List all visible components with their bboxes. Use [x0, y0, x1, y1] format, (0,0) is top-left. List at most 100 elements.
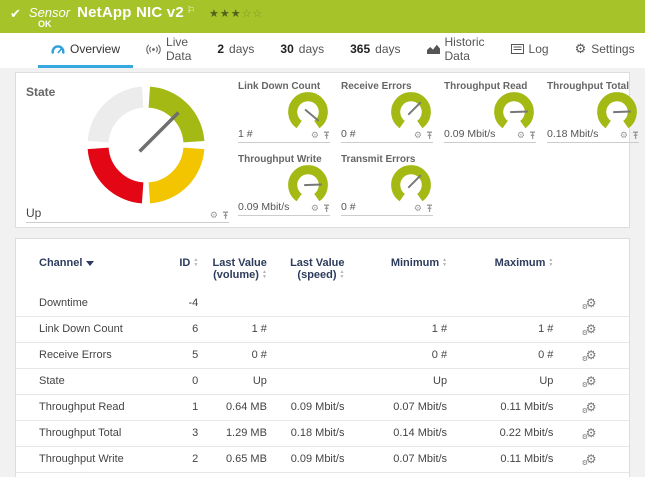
channel-row: Throughput Total 3 1.29 MB 0.18 Mbit/s 0…: [16, 421, 629, 447]
column-header-minimum[interactable]: Minimum▲▼: [345, 249, 448, 291]
channel-name-cell[interactable]: Throughput Total: [16, 421, 155, 447]
last-value-speed-cell: [267, 343, 345, 369]
maximum-cell: Up: [447, 369, 553, 395]
tab-30-days[interactable]: 30 days: [267, 33, 337, 68]
column-header-last-value-speed[interactable]: Last Value (speed)▲▼: [267, 249, 345, 291]
channel-name-cell[interactable]: Link Down Count: [16, 317, 155, 343]
state-gauge-label: State: [26, 85, 55, 99]
sort-arrows-icon: ▲▼: [442, 258, 447, 268]
sort-caret-icon: [86, 261, 94, 266]
channel-name-cell[interactable]: Throughput Write: [16, 447, 155, 473]
maximum-cell: 1 #: [447, 317, 553, 343]
tab-overview[interactable]: Overview: [38, 33, 133, 68]
channel-settings-gears-icon[interactable]: ⚙⚙: [586, 374, 597, 388]
last-value-volume-cell: 0.65 MB: [198, 447, 267, 473]
sensor-title: NetApp NIC v2: [77, 4, 184, 21]
sort-arrows-icon: ▲▼: [340, 270, 345, 280]
flag-icon[interactable]: ⚐: [187, 5, 195, 16]
channel-id-cell: -4: [155, 291, 199, 317]
channel-gauge-value: 0.09 Mbit/s: [444, 128, 495, 140]
maximum-cell: 0.22 Mbit/s: [447, 421, 553, 447]
gauges-panel: State Up ⚙ Link Down Count 1 #: [15, 72, 630, 228]
channel-row: Throughput Write 2 0.65 MB 0.09 Mbit/s 0…: [16, 447, 629, 473]
maximum-cell: 0 #: [447, 473, 553, 477]
column-header-last-value-volume[interactable]: Last Value (volume)▲▼: [198, 249, 267, 291]
channel-settings-gears-icon[interactable]: ⚙⚙: [586, 452, 597, 466]
status-text: OK: [38, 19, 52, 29]
gauge-pin-icon[interactable]: [529, 131, 536, 140]
channel-name-cell[interactable]: Downtime: [16, 291, 155, 317]
tab-2-days[interactable]: 2 days: [204, 33, 267, 68]
maximum-cell: 0.11 Mbit/s: [447, 395, 553, 421]
sort-arrows-icon: ▲▼: [193, 258, 198, 268]
gauge-settings-gear-icon[interactable]: ⚙: [311, 204, 319, 213]
maximum-cell: 0.11 Mbit/s: [447, 447, 553, 473]
minimum-cell: 0 #: [345, 473, 448, 477]
channel-settings-gears-icon[interactable]: ⚙⚙: [586, 296, 597, 310]
channels-table: Channel ID▲▼ Last Value (volume)▲▼ Last …: [16, 249, 629, 477]
channel-settings-gears-icon[interactable]: ⚙⚙: [586, 426, 597, 440]
gauge-settings-gear-icon[interactable]: ⚙: [311, 131, 319, 140]
sort-arrows-icon: ▲▼: [262, 270, 267, 280]
channel-settings-gears-icon[interactable]: ⚙⚙: [586, 322, 597, 336]
gauge-settings-gear-icon[interactable]: ⚙: [517, 131, 525, 140]
last-value-speed-cell: 0.09 Mbit/s: [267, 395, 345, 421]
mini-gauge-throughput-read: Throughput Read 0.09 Mbit/s ⚙: [444, 81, 536, 143]
gauge-pin-icon[interactable]: [632, 131, 639, 140]
mini-gauge-throughput-write: Throughput Write 0.09 Mbit/s ⚙: [238, 154, 330, 216]
mini-gauge-transmit-errors: Transmit Errors 0 # ⚙: [341, 154, 433, 216]
sensor-status-header: ✔ Sensor NetApp NIC v2 ⚐ ★★★☆☆ OK: [0, 0, 645, 33]
tab-bar: Overview Live Data 2 days 30 days 365 da…: [0, 33, 645, 68]
column-header-channel[interactable]: Channel: [16, 249, 155, 291]
last-value-volume-cell: 0 #: [198, 343, 267, 369]
tab-settings[interactable]: ⚙ Settings: [562, 33, 645, 68]
gauge-settings-gear-icon[interactable]: ⚙: [210, 211, 218, 220]
sensor-kind-label: Sensor: [29, 5, 70, 20]
minimum-cell: 0 #: [345, 343, 448, 369]
maximum-cell: 0 #: [447, 343, 553, 369]
last-value-speed-cell: 0.09 Mbit/s: [267, 447, 345, 473]
tab-historic-data[interactable]: Historic Data: [414, 33, 498, 68]
last-value-volume-cell: [198, 291, 267, 317]
minimum-cell: Up: [345, 369, 448, 395]
gauge-pin-icon[interactable]: [222, 211, 229, 220]
channel-name-cell[interactable]: State: [16, 369, 155, 395]
mini-gauge-receive-errors: Receive Errors 0 # ⚙: [341, 81, 433, 143]
gauge-pin-icon[interactable]: [323, 204, 330, 213]
tab-live-data[interactable]: Live Data: [133, 33, 204, 68]
minimum-cell: 1 #: [345, 317, 448, 343]
channel-name-cell[interactable]: Throughput Read: [16, 395, 155, 421]
sort-arrows-icon: ▲▼: [548, 258, 553, 268]
state-gauge-value: Up: [26, 206, 41, 220]
gauge-pin-icon[interactable]: [426, 204, 433, 213]
gauge-pin-icon[interactable]: [323, 131, 330, 140]
channel-id-cell: 2: [155, 447, 199, 473]
last-value-speed-cell: 0.18 Mbit/s: [267, 421, 345, 447]
channels-panel: Channel ID▲▼ Last Value (volume)▲▼ Last …: [15, 238, 630, 477]
column-header-maximum[interactable]: Maximum▲▼: [447, 249, 553, 291]
historic-data-icon: [427, 44, 440, 54]
tab-log[interactable]: Log: [498, 33, 562, 68]
channel-settings-gears-icon[interactable]: ⚙⚙: [586, 400, 597, 414]
mini-gauge-throughput-total: Throughput Total 0.18 Mbit/s ⚙: [547, 81, 639, 143]
channel-name-cell[interactable]: Transmit Errors: [16, 473, 155, 477]
last-value-volume-cell: 0 #: [198, 473, 267, 477]
channel-gauge-value: 0 #: [341, 128, 356, 140]
star-rating[interactable]: ★★★☆☆: [209, 7, 263, 20]
gauge-settings-gear-icon[interactable]: ⚙: [414, 131, 422, 140]
tab-365-days[interactable]: 365 days: [337, 33, 413, 68]
gauge-settings-gear-icon[interactable]: ⚙: [414, 204, 422, 213]
channel-name-cell[interactable]: Receive Errors: [16, 343, 155, 369]
channel-row: Transmit Errors 4 0 # 0 # 0 # ⚙⚙: [16, 473, 629, 477]
channel-id-cell: 1: [155, 395, 199, 421]
channel-settings-gears-icon[interactable]: ⚙⚙: [586, 348, 597, 362]
log-icon: [511, 44, 524, 54]
mini-gauge-grid: Link Down Count 1 # ⚙ Receive Errors 0 #: [238, 81, 623, 216]
gauge-icon: [51, 44, 65, 55]
state-gauge-dial: [78, 83, 214, 207]
live-data-icon: [146, 44, 161, 55]
mini-gauge-link-down-count: Link Down Count 1 # ⚙: [238, 81, 330, 143]
gauge-pin-icon[interactable]: [426, 131, 433, 140]
column-header-id[interactable]: ID▲▼: [155, 249, 199, 291]
gauge-settings-gear-icon[interactable]: ⚙: [620, 131, 628, 140]
